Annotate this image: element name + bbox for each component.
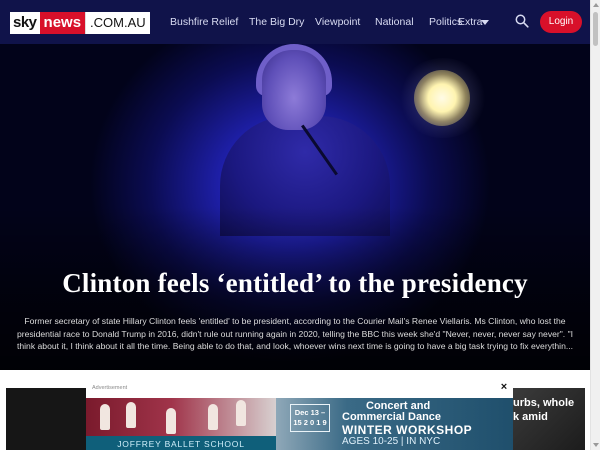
scroll-down-arrow-icon[interactable]	[593, 443, 599, 447]
ad-label: Advertisement	[92, 385, 128, 391]
scroll-up-arrow-icon[interactable]	[593, 3, 599, 7]
sky-news-logo[interactable]: sky news .COM.AU	[10, 12, 150, 34]
story-card-right-line: urbs, whole	[513, 397, 575, 409]
dancer-figure	[236, 400, 246, 426]
story-card-right[interactable]: urbs, whole k amid	[513, 388, 585, 450]
login-button[interactable]: Login	[540, 11, 582, 33]
close-icon[interactable]: ×	[499, 382, 509, 393]
page: sky news .COM.AU Bushfire Relief The Big…	[0, 0, 600, 450]
dancer-figure	[208, 404, 218, 430]
advertisement[interactable]: Advertisement × JOFFREY BALLET SCHOOL De…	[86, 382, 513, 450]
page-scrollbar[interactable]	[590, 0, 600, 450]
story-card-left[interactable]	[6, 388, 86, 450]
story-card-right-text: urbs, whole k amid	[513, 396, 574, 424]
hero-headline[interactable]: Clinton feels ‘entitled’ to the presiden…	[0, 268, 590, 299]
nav-the-big-dry[interactable]: The Big Dry	[249, 0, 304, 44]
nav-national[interactable]: National	[375, 0, 414, 44]
hero-story[interactable]: Clinton feels ‘entitled’ to the presiden…	[0, 44, 590, 370]
hero-summary: Former secretary of state Hillary Clinto…	[16, 316, 574, 351]
lower-content: urbs, whole k amid Advertisement × JOFFR…	[0, 370, 590, 450]
dancer-figure	[166, 408, 176, 434]
ad-dates: Dec 13 –15 2 0 1 9	[290, 404, 330, 432]
dancer-figure	[126, 402, 136, 428]
search-icon[interactable]	[515, 14, 529, 28]
ad-line-4: AGES 10-25 | IN NYC	[342, 436, 441, 447]
nav-extra[interactable]: Extra	[458, 0, 483, 44]
logo-news: news	[39, 12, 86, 34]
nav-viewpoint[interactable]: Viewpoint	[315, 0, 360, 44]
ad-workshop-panel[interactable]: Dec 13 –15 2 0 1 9 Concert and Commercia…	[276, 398, 513, 450]
ad-ballet-image[interactable]: JOFFREY BALLET SCHOOL	[86, 398, 276, 450]
logo-sky: sky	[10, 12, 40, 34]
ad-line-3: WINTER WORKSHOP	[342, 423, 473, 437]
logo-domain: .COM.AU	[85, 12, 150, 34]
site-header: sky news .COM.AU Bushfire Relief The Big…	[0, 0, 590, 44]
scroll-thumb[interactable]	[593, 12, 598, 46]
nav-bushfire-relief[interactable]: Bushfire Relief	[170, 0, 238, 44]
ad-brand: JOFFREY BALLET SCHOOL	[117, 439, 245, 449]
story-card-right-line: k amid	[513, 411, 548, 423]
ad-line-2: Commercial Dance	[342, 411, 442, 423]
chevron-down-icon[interactable]	[481, 20, 489, 25]
dancer-figure	[100, 404, 110, 430]
